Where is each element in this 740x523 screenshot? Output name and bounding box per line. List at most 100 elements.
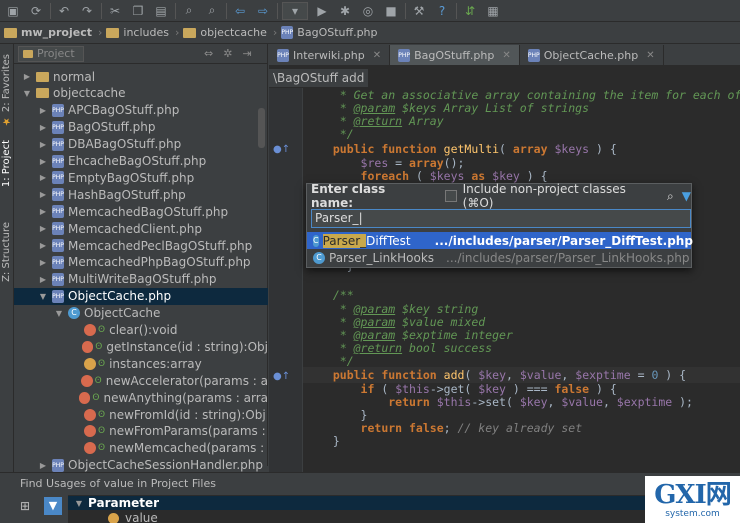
class-result-item[interactable]: C Parser_LinkHooks .../includes/parser/P…: [307, 249, 691, 266]
tab-objectcache[interactable]: PHP ObjectCache.php ✕: [520, 45, 664, 65]
collapsed-arrow-icon[interactable]: ▶: [38, 224, 48, 233]
collapsed-arrow-icon[interactable]: ▶: [38, 275, 48, 284]
tree-row-php[interactable]: ▶ PHP DBABagOStuff.php: [14, 136, 268, 153]
redo-icon[interactable]: ↷: [78, 2, 96, 20]
tree-row-php[interactable]: ▶ PHP HashBagOStuff.php: [14, 186, 268, 203]
collapsed-arrow-icon[interactable]: ▶: [38, 157, 48, 166]
tree-row-class[interactable]: ▼ C ObjectCache: [14, 305, 268, 322]
sync-scroll-icon[interactable]: ⇔: [204, 47, 213, 60]
tree-row-php[interactable]: ▶ PHP MultiWriteBagOStuff.php: [14, 271, 268, 288]
folder-icon: [4, 27, 17, 38]
php-file-icon: PHP: [52, 289, 64, 303]
find-icon[interactable]: ⌕: [180, 2, 198, 20]
gear-icon[interactable]: ✲: [223, 47, 232, 60]
crumb-includes[interactable]: includes: [106, 26, 169, 39]
implements-marker-icon[interactable]: ●↑: [273, 144, 290, 155]
tree-row-php[interactable]: ▶ PHP EhcacheBagOStuff.php: [14, 153, 268, 170]
filter-icon[interactable]: ▼: [44, 497, 62, 515]
include-non-project-checkbox[interactable]: [445, 190, 457, 202]
filter-icon[interactable]: ▼: [682, 189, 691, 203]
forward-icon[interactable]: ⇨: [254, 2, 272, 20]
crumb-file[interactable]: PHP BagOStuff.php: [281, 26, 378, 39]
code-editor[interactable]: \BagOStuff add ●↑ ●↑ * Get an associativ…: [269, 66, 740, 472]
expanded-arrow-icon[interactable]: ▼: [38, 292, 48, 301]
static-visibility-icon: ʘ: [98, 443, 106, 454]
crumb-project[interactable]: mw_project: [4, 26, 92, 39]
run-icon[interactable]: ▶: [313, 2, 331, 20]
paste-icon[interactable]: ▤: [152, 2, 170, 20]
collapsed-arrow-icon[interactable]: ▶: [38, 207, 48, 216]
close-icon[interactable]: ✕: [646, 50, 654, 61]
tree-row-folder[interactable]: ▶ normal: [14, 68, 268, 85]
tree-row-method[interactable]: ʘ newAccelerator(params : a: [14, 372, 268, 389]
tree-row-php[interactable]: ▶ PHP EmptyBagOStuff.php: [14, 169, 268, 186]
tree-scrollbar[interactable]: [258, 108, 265, 148]
usage-group-row[interactable]: ▼ Parameter: [68, 496, 740, 510]
tree-row-method[interactable]: ʘ newMemcached(params :: [14, 440, 268, 457]
php-file-icon: PHP: [277, 48, 289, 62]
tree-row-php[interactable]: ▶ PHP MemcachedBagOStuff.php: [14, 203, 268, 220]
tab-project[interactable]: 1: Project: [1, 140, 12, 187]
collapsed-arrow-icon[interactable]: ▶: [38, 461, 48, 470]
collapsed-arrow-icon[interactable]: ▶: [38, 190, 48, 199]
search-icon[interactable]: ⌕: [667, 189, 674, 204]
tree-row-php[interactable]: ▼ PHP ObjectCache.php: [14, 287, 268, 305]
implements-marker-icon[interactable]: ●↑: [273, 371, 290, 382]
static-visibility-icon: ʘ: [92, 392, 100, 403]
back-icon[interactable]: ⇦: [231, 2, 249, 20]
help-icon[interactable]: ?: [433, 2, 451, 20]
tab-favorites[interactable]: ★ 2: Favorites: [1, 54, 12, 126]
expanded-arrow-icon[interactable]: ▼: [54, 309, 64, 318]
expanded-arrow-icon[interactable]: ▼: [22, 89, 32, 98]
tree-row-method[interactable]: ʘ getInstance(id : string):Obj: [14, 338, 268, 355]
tree-row-field[interactable]: ʘ instances:array: [14, 355, 268, 372]
stop-icon[interactable]: ■: [382, 2, 400, 20]
settings-icon[interactable]: ⚒: [410, 2, 428, 20]
collapsed-arrow-icon[interactable]: ▶: [38, 106, 48, 115]
toolbar-divider: [226, 2, 227, 19]
tab-bagostuff[interactable]: PHP BagOStuff.php ✕: [390, 45, 520, 65]
crumb-objectcache[interactable]: objectcache: [183, 26, 267, 39]
collapsed-arrow-icon[interactable]: ▶: [38, 123, 48, 132]
tab-structure[interactable]: Z: Structure: [1, 222, 12, 282]
tree-row-php[interactable]: ▶ PHP APCBagOStuff.php: [14, 102, 268, 119]
vcs-icon[interactable]: ⇵: [461, 2, 479, 20]
collapsed-arrow-icon[interactable]: ▶: [38, 140, 48, 149]
tree-row-php[interactable]: ▶ PHP MemcachedClient.php: [14, 220, 268, 237]
debug-icon[interactable]: ✱: [336, 2, 354, 20]
coverage-icon[interactable]: ◎: [359, 2, 377, 20]
tree-row-method[interactable]: ʘ newAnything(params : arra: [14, 389, 268, 406]
undo-icon[interactable]: ↶: [55, 2, 73, 20]
tree-row-php[interactable]: ▶ PHP MemcachedPhpBagOStuff.php: [14, 254, 268, 271]
collapsed-arrow-icon[interactable]: ▶: [38, 241, 48, 250]
tab-interwiki[interactable]: PHP Interwiki.php ✕: [269, 45, 391, 65]
save-icon[interactable]: ▣: [4, 2, 22, 20]
folder-icon: [36, 71, 49, 82]
expand-icon[interactable]: ▼: [74, 499, 84, 508]
class-name-input[interactable]: Parser_|: [311, 209, 691, 228]
class-result-item[interactable]: C Parser_ DiffTest .../includes/parser/Pa…: [307, 232, 693, 249]
copy-icon[interactable]: ❐: [129, 2, 147, 20]
replace-icon[interactable]: ⌕: [203, 2, 221, 20]
terminal-icon[interactable]: ▦: [484, 2, 502, 20]
usage-item-row[interactable]: value: [68, 511, 740, 523]
tree-row-php[interactable]: ▶ PHP MemcachedPeclBagOStuff.php: [14, 237, 268, 254]
tree-row-php[interactable]: ▶ PHP BagOStuff.php: [14, 119, 268, 136]
preview-icon[interactable]: ⊞: [20, 499, 30, 513]
collapsed-arrow-icon[interactable]: ▶: [38, 258, 48, 267]
collapsed-arrow-icon[interactable]: ▶: [22, 72, 32, 81]
hide-panel-icon[interactable]: ⇥: [242, 47, 251, 60]
tree-row-method[interactable]: ʘ newFromParams(params :: [14, 423, 268, 440]
php-file-icon: PHP: [52, 272, 64, 286]
tree-row-method[interactable]: ʘ newFromId(id : string):Obj: [14, 406, 268, 423]
editor-breadcrumb[interactable]: \BagOStuff add: [269, 69, 369, 87]
close-icon[interactable]: ✕: [502, 50, 510, 61]
project-view-dropdown[interactable]: Project: [18, 45, 84, 62]
cut-icon[interactable]: ✂: [106, 2, 124, 20]
collapsed-arrow-icon[interactable]: ▶: [38, 173, 48, 182]
run-config-icon[interactable]: ▾: [282, 1, 308, 20]
close-icon[interactable]: ✕: [373, 50, 381, 61]
sync-icon[interactable]: ⟳: [27, 2, 45, 20]
tree-row-method[interactable]: ʘ clear():void: [14, 322, 268, 339]
tree-row-folder[interactable]: ▼ objectcache: [14, 85, 268, 102]
